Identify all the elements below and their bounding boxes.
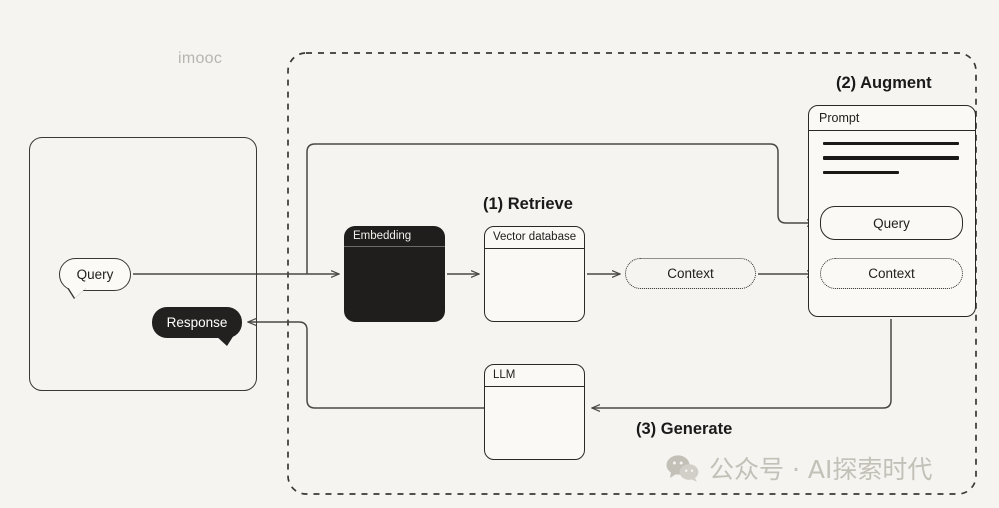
query-bubble-label: Query [76, 267, 114, 282]
edge-llm-to-response [248, 322, 484, 409]
prompt-text-line [823, 170, 899, 175]
prompt-text-lines [823, 142, 959, 185]
embedding-node-label: Embedding [344, 226, 445, 247]
prompt-query-slot[interactable]: Query [820, 206, 963, 240]
step-label-augment: (2) Augment [836, 74, 932, 92]
query-bubble[interactable]: Query [59, 258, 131, 298]
wechat-watermark-text: 公众号 · AI探索时代 [709, 455, 933, 484]
prompt-text-line [823, 156, 959, 160]
vector-database-node[interactable]: Vector database [484, 226, 585, 322]
prompt-card-header: Prompt [809, 106, 975, 131]
embedding-node[interactable]: Embedding [344, 226, 445, 322]
context-pill-middle[interactable]: Context [625, 258, 756, 289]
diagram-canvas: imooc Query Response (1) Retrieve (2) Au… [0, 0, 999, 508]
edge-prompt-to-llm [592, 319, 892, 408]
response-bubble[interactable]: Response [152, 307, 242, 346]
llm-node-label: LLM [485, 365, 584, 387]
wechat-icon [666, 455, 699, 482]
step-label-retrieve: (1) Retrieve [483, 195, 573, 213]
context-pill-middle-label: Context [667, 266, 714, 281]
query-bubble-tail [68, 287, 87, 298]
imooc-watermark: imooc [178, 50, 223, 67]
wechat-watermark: 公众号 · AI探索时代 [666, 450, 932, 486]
prompt-text-line [823, 142, 959, 146]
response-bubble-label: Response [166, 315, 228, 330]
response-bubble-tail [215, 335, 234, 346]
prompt-context-slot-label: Context [868, 266, 915, 281]
llm-node[interactable]: LLM [484, 364, 585, 460]
vector-database-node-label: Vector database [485, 227, 584, 249]
prompt-context-slot[interactable]: Context [820, 258, 963, 289]
prompt-query-slot-label: Query [873, 215, 910, 231]
step-label-generate: (3) Generate [636, 420, 733, 438]
